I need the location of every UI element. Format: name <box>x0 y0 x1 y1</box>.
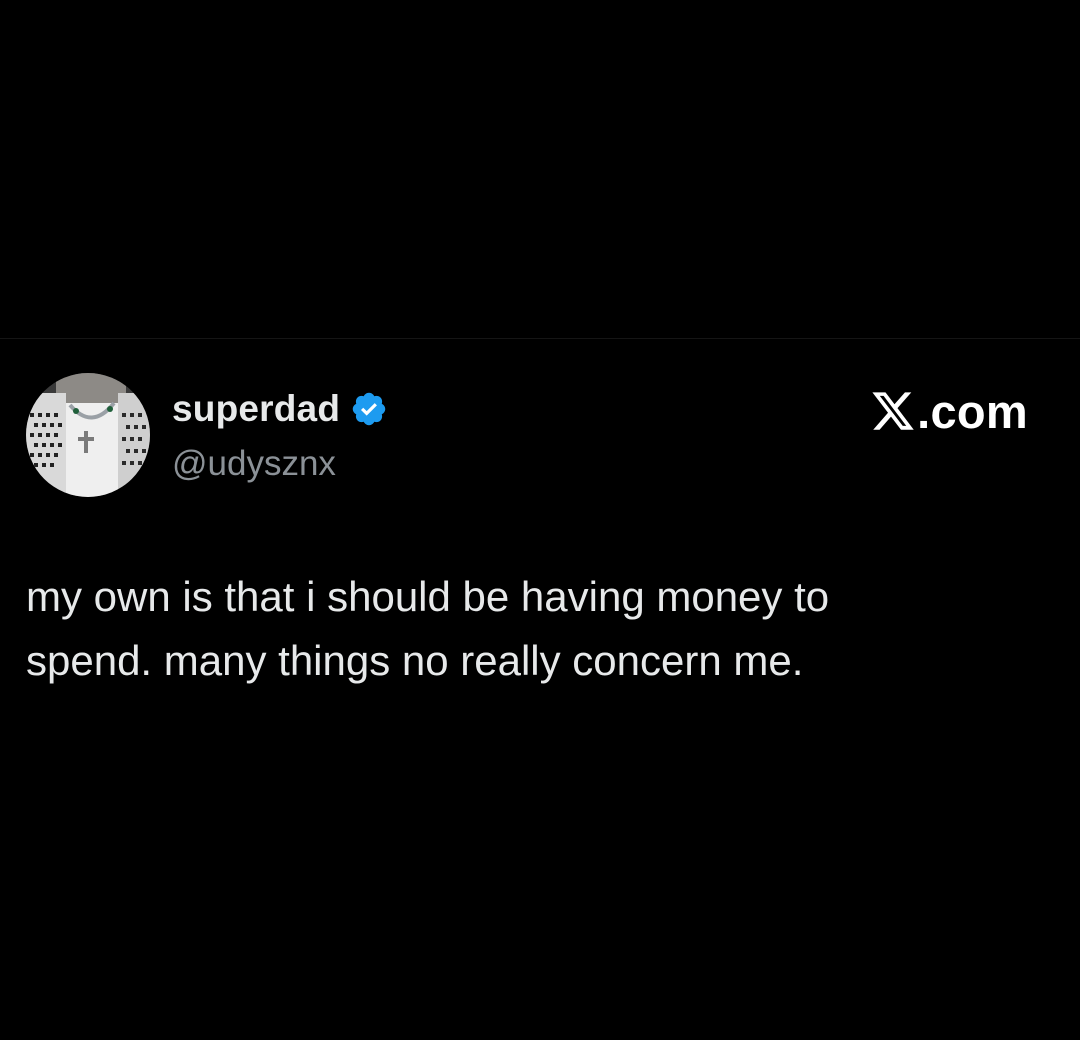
tweet-text: my own is that i should be having money … <box>26 573 830 684</box>
verified-badge-icon <box>350 390 388 428</box>
author-info: superdad @udysznx <box>172 386 388 484</box>
avatar[interactable] <box>26 373 150 497</box>
display-name[interactable]: superdad <box>172 388 340 430</box>
x-logo-icon <box>869 388 917 434</box>
name-row: superdad <box>172 386 388 432</box>
brand-watermark: .com <box>869 384 1028 438</box>
avatar-photo <box>26 373 150 497</box>
user-handle[interactable]: @udysznx <box>172 444 388 484</box>
brand-domain: .com <box>917 384 1028 438</box>
screenshot-page: superdad @udysznx .com my own is that i … <box>0 0 1080 1040</box>
